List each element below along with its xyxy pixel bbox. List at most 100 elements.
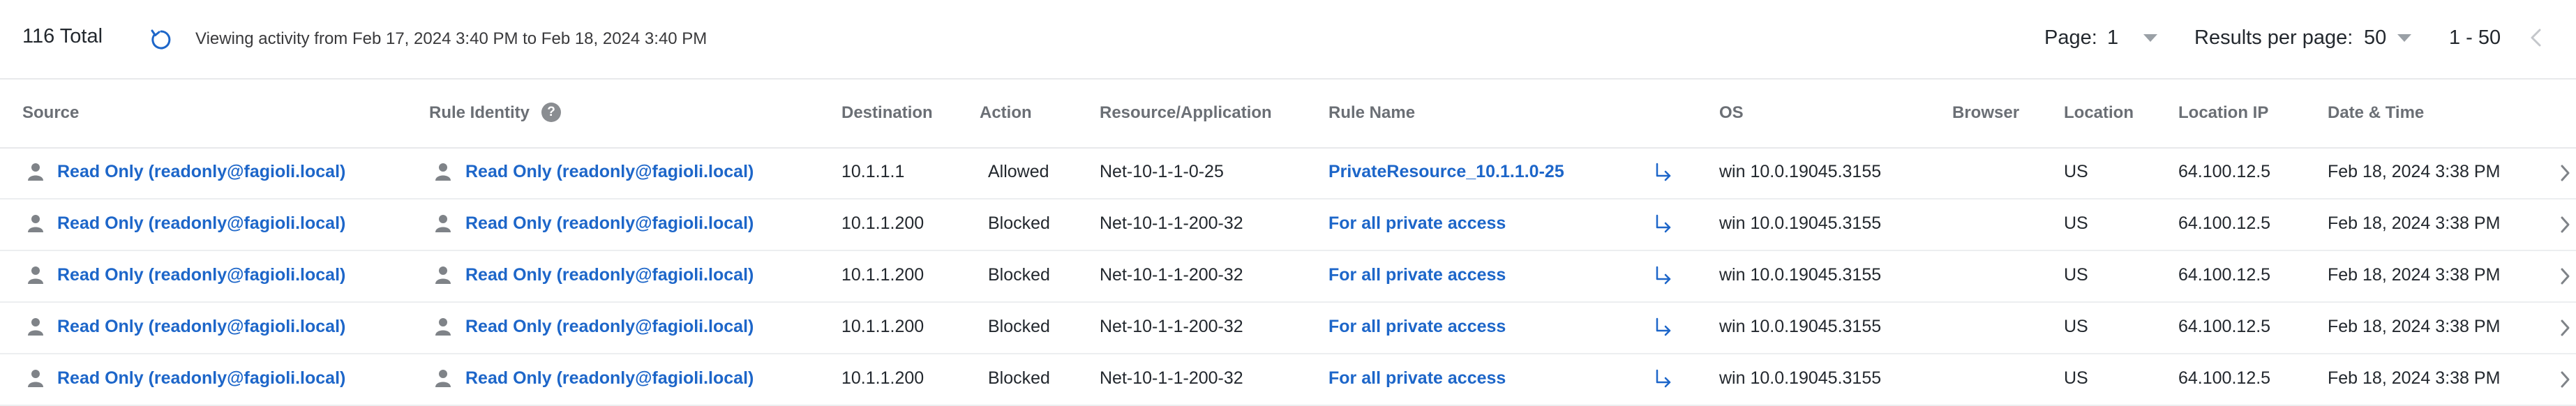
destination-cell: 10.1.1.200	[841, 265, 924, 285]
date-time-cell: Feb 18, 2024 3:38 PM	[2328, 317, 2501, 336]
rule-jump-arrow-icon[interactable]	[1651, 160, 1675, 184]
results-per-page-select[interactable]: 50	[2364, 27, 2386, 50]
activity-toolbar: 116 Total Viewing activity from Feb 17, …	[0, 0, 2576, 78]
person-icon	[27, 162, 45, 181]
rule-name-link[interactable]: PrivateResource_10.1.1.0-25	[1328, 162, 1564, 182]
location-ip-cell: 64.100.12.5	[2178, 317, 2271, 336]
source-link[interactable]: Read Only (readonly@fagioli.local)	[57, 368, 345, 389]
chevron-right-icon[interactable]	[2558, 317, 2572, 339]
location-cell: US	[2064, 317, 2088, 336]
resource-cell: Net-10-1-1-200-32	[1100, 317, 1243, 336]
chevron-right-icon[interactable]	[2558, 213, 2572, 236]
rule-name-link[interactable]: For all private access	[1328, 213, 1506, 234]
os-cell: win 10.0.19045.3155	[1719, 368, 1882, 388]
total-count: 116 Total	[22, 25, 103, 47]
rule-jump-arrow-icon[interactable]	[1651, 367, 1675, 391]
rule-identity-link[interactable]: Read Only (readonly@fagioli.local)	[465, 162, 754, 182]
person-icon	[434, 265, 452, 285]
person-icon	[434, 162, 452, 181]
rule-jump-arrow-icon[interactable]	[1651, 264, 1675, 287]
chevron-right-icon[interactable]	[2558, 265, 2572, 287]
rule-name-link[interactable]: For all private access	[1328, 265, 1506, 285]
column-action[interactable]: Action	[980, 103, 1032, 123]
rule-jump-arrow-icon[interactable]	[1651, 315, 1675, 339]
destination-cell: 10.1.1.200	[841, 317, 924, 336]
person-icon	[434, 368, 452, 388]
person-icon	[27, 317, 45, 336]
caret-down-icon[interactable]	[2143, 34, 2157, 42]
rule-identity-link[interactable]: Read Only (readonly@fagioli.local)	[465, 317, 754, 337]
action-cell: Allowed	[988, 162, 1049, 181]
column-location[interactable]: Location	[2064, 103, 2134, 123]
column-rule-identity[interactable]: Rule Identity	[429, 103, 530, 123]
table-row[interactable]: Read Only (readonly@fagioli.local) Read O…	[0, 354, 2576, 406]
source-link[interactable]: Read Only (readonly@fagioli.local)	[57, 213, 345, 234]
page-select[interactable]: 1	[2107, 27, 2118, 50]
location-ip-cell: 64.100.12.5	[2178, 162, 2271, 181]
column-location-ip[interactable]: Location IP	[2178, 103, 2268, 123]
location-ip-cell: 64.100.12.5	[2178, 265, 2271, 285]
source-link[interactable]: Read Only (readonly@fagioli.local)	[57, 265, 345, 285]
column-rule-name[interactable]: Rule Name	[1328, 103, 1415, 123]
table-row[interactable]: Read Only (readonly@fagioli.local) Read O…	[0, 148, 2576, 200]
table-row[interactable]: Read Only (readonly@fagioli.local) Read O…	[0, 303, 2576, 354]
os-cell: win 10.0.19045.3155	[1719, 317, 1882, 336]
date-time-cell: Feb 18, 2024 3:38 PM	[2328, 368, 2501, 388]
rule-identity-link[interactable]: Read Only (readonly@fagioli.local)	[465, 265, 754, 285]
source-link[interactable]: Read Only (readonly@fagioli.local)	[57, 317, 345, 337]
action-cell: Blocked	[988, 317, 1050, 336]
help-icon[interactable]: ?	[541, 103, 561, 122]
rule-jump-arrow-icon[interactable]	[1651, 212, 1675, 236]
chevron-right-icon[interactable]	[2558, 162, 2572, 184]
rule-name-link[interactable]: For all private access	[1328, 317, 1506, 337]
location-ip-cell: 64.100.12.5	[2178, 368, 2271, 388]
rule-identity-link[interactable]: Read Only (readonly@fagioli.local)	[465, 368, 754, 389]
caret-down-icon[interactable]	[2397, 34, 2411, 42]
person-icon	[434, 317, 452, 336]
rule-identity-link[interactable]: Read Only (readonly@fagioli.local)	[465, 213, 754, 234]
page-range: 1 - 50	[2449, 27, 2501, 49]
date-time-cell: Feb 18, 2024 3:38 PM	[2328, 265, 2501, 285]
resource-cell: Net-10-1-1-200-32	[1100, 265, 1243, 285]
column-source[interactable]: Source	[22, 103, 79, 123]
toolbar-divider	[0, 78, 2576, 80]
resource-cell: Net-10-1-1-200-32	[1100, 368, 1243, 388]
resource-cell: Net-10-1-1-200-32	[1100, 213, 1243, 233]
location-cell: US	[2064, 162, 2088, 181]
column-browser[interactable]: Browser	[1952, 103, 2019, 123]
column-os[interactable]: OS	[1719, 103, 1744, 123]
table-row[interactable]: Read Only (readonly@fagioli.local) Read O…	[0, 251, 2576, 303]
location-ip-cell: 64.100.12.5	[2178, 213, 2271, 233]
destination-cell: 10.1.1.200	[841, 368, 924, 388]
rule-name-link[interactable]: For all private access	[1328, 368, 1506, 389]
os-cell: win 10.0.19045.3155	[1719, 213, 1882, 233]
chevron-right-icon[interactable]	[2558, 368, 2572, 391]
refresh-icon[interactable]	[148, 27, 174, 53]
person-icon	[27, 265, 45, 285]
person-icon	[27, 213, 45, 233]
column-date-time[interactable]: Date & Time	[2328, 103, 2424, 123]
page-label: Page:	[2044, 27, 2097, 49]
action-cell: Blocked	[988, 368, 1050, 388]
source-link[interactable]: Read Only (readonly@fagioli.local)	[57, 162, 345, 182]
person-icon	[27, 368, 45, 388]
location-cell: US	[2064, 368, 2088, 388]
column-destination[interactable]: Destination	[841, 103, 933, 123]
results-per-page-label: Results per page:	[2194, 27, 2353, 49]
action-cell: Blocked	[988, 213, 1050, 233]
destination-cell: 10.1.1.1	[841, 162, 905, 181]
viewing-range-text: Viewing activity from Feb 17, 2024 3:40 …	[195, 29, 707, 48]
chevron-left-icon[interactable]	[2526, 25, 2547, 50]
table-row[interactable]: Read Only (readonly@fagioli.local) Read O…	[0, 200, 2576, 251]
destination-cell: 10.1.1.200	[841, 213, 924, 233]
action-cell: Blocked	[988, 265, 1050, 285]
os-cell: win 10.0.19045.3155	[1719, 162, 1882, 181]
resource-cell: Net-10-1-1-0-25	[1100, 162, 1224, 181]
date-time-cell: Feb 18, 2024 3:38 PM	[2328, 162, 2501, 181]
date-time-cell: Feb 18, 2024 3:38 PM	[2328, 213, 2501, 233]
column-resource[interactable]: Resource/Application	[1100, 103, 1272, 123]
location-cell: US	[2064, 265, 2088, 285]
person-icon	[434, 213, 452, 233]
location-cell: US	[2064, 213, 2088, 233]
os-cell: win 10.0.19045.3155	[1719, 265, 1882, 285]
